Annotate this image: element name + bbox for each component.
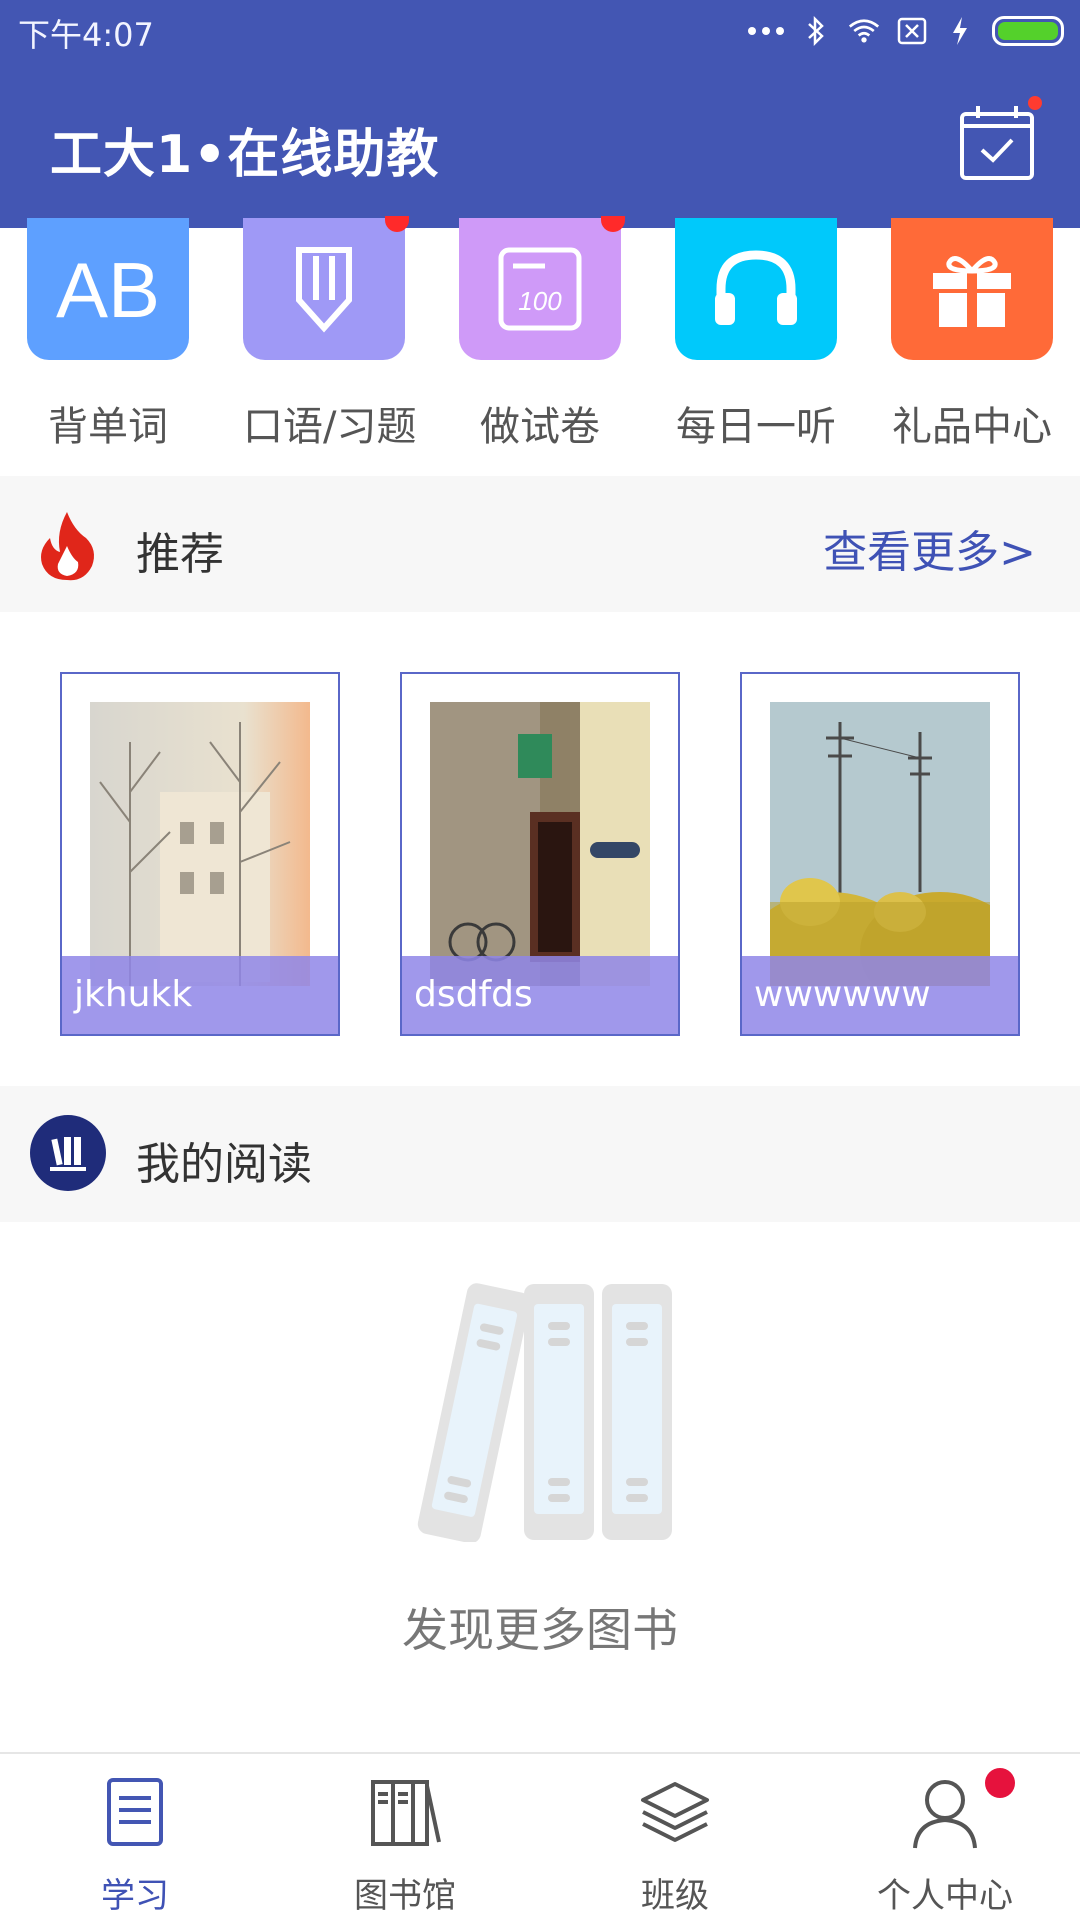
recommend-title: 推荐 — [136, 529, 224, 580]
layers-icon — [635, 1772, 715, 1852]
card-caption: dsdfds — [402, 956, 678, 1034]
no-sim-icon — [896, 15, 928, 47]
nav-tab-class[interactable]: 班级 — [565, 1772, 785, 1917]
feature-exam[interactable]: 100 做试卷 — [459, 216, 625, 452]
feature-label: 口语/习题 — [243, 404, 417, 450]
status-icons — [748, 14, 1064, 48]
book-cover-image — [430, 702, 650, 986]
reading-empty-state: 发现更多图书 — [0, 1220, 1080, 1752]
library-books-icon — [365, 1772, 445, 1852]
recommend-header: 推荐 查看更多> — [0, 476, 1080, 612]
pencil-icon — [243, 216, 409, 360]
feature-grid: AB 背单词 口语/习题 100 做试卷 每日一听 礼品中心 — [0, 216, 1080, 478]
card-caption: jkhukk — [62, 956, 338, 1034]
feature-daily-listening[interactable]: 每日一听 — [675, 218, 837, 452]
more-dots-icon — [748, 27, 784, 35]
nav-label: 图书馆 — [354, 1876, 456, 1916]
app-title: 工大1•在线助教 — [50, 125, 440, 185]
notification-dot — [985, 1768, 1015, 1798]
ab-icon: AB — [27, 218, 189, 360]
notification-badge — [385, 216, 409, 232]
person-icon — [905, 1768, 1015, 1852]
book-cover-image — [770, 702, 990, 986]
see-more-link[interactable]: 查看更多> — [823, 516, 1036, 580]
calendar-checkin-button[interactable] — [958, 96, 1042, 182]
svg-text:100: 100 — [518, 286, 562, 316]
recommend-card[interactable]: jkhukk — [60, 672, 340, 1036]
svg-text:AB: AB — [56, 249, 160, 329]
study-list-icon — [95, 1772, 175, 1852]
gift-icon — [891, 218, 1053, 360]
charging-icon — [944, 15, 976, 47]
nav-label: 学习 — [101, 1876, 169, 1916]
headphones-icon — [675, 218, 837, 360]
my-reading-header: 我的阅读 — [0, 1086, 1080, 1222]
status-bar: 下午4:07 — [0, 0, 1080, 62]
recommend-list: jkhukk dsdfds wwwwww — [0, 612, 1080, 1086]
feature-speaking-exercise[interactable]: 口语/习题 — [243, 216, 417, 452]
bluetooth-icon — [800, 15, 832, 47]
nav-tab-profile[interactable]: 个人中心 — [835, 1768, 1055, 1917]
feature-vocabulary[interactable]: AB 背单词 — [27, 218, 189, 452]
notification-dot — [1028, 96, 1042, 110]
my-reading-title: 我的阅读 — [136, 1139, 312, 1190]
bottom-navigation: 学习 图书馆 班级 个人中心 — [0, 1752, 1080, 1920]
empty-books-icon — [417, 1283, 672, 1542]
battery-icon — [992, 16, 1064, 46]
feature-gift-center[interactable]: 礼品中心 — [891, 218, 1053, 452]
card-caption: wwwwww — [742, 956, 1018, 1034]
discover-books-link[interactable]: 发现更多图书 — [0, 1594, 1080, 1660]
bookshelf-icon — [30, 1115, 106, 1191]
recommend-card[interactable]: wwwwww — [740, 672, 1020, 1036]
app-header: 下午4:07 工大1•在线助教 — [0, 0, 1080, 228]
feature-label: 礼品中心 — [892, 404, 1052, 450]
nav-label: 班级 — [641, 1876, 709, 1916]
book-cover-image — [90, 702, 310, 986]
nav-tab-library[interactable]: 图书馆 — [295, 1772, 515, 1917]
feature-label: 背单词 — [48, 404, 168, 450]
recommend-card[interactable]: dsdfds — [400, 672, 680, 1036]
notification-badge — [601, 216, 625, 232]
exam-paper-icon: 100 — [459, 216, 625, 360]
fire-icon — [41, 512, 94, 581]
nav-label: 个人中心 — [877, 1876, 1013, 1916]
calendar-check-icon — [960, 106, 1034, 180]
status-time: 下午4:07 — [18, 16, 154, 54]
feature-label: 每日一听 — [676, 404, 836, 450]
feature-label: 做试卷 — [480, 404, 600, 450]
nav-tab-study[interactable]: 学习 — [25, 1772, 245, 1917]
wifi-icon — [848, 15, 880, 47]
